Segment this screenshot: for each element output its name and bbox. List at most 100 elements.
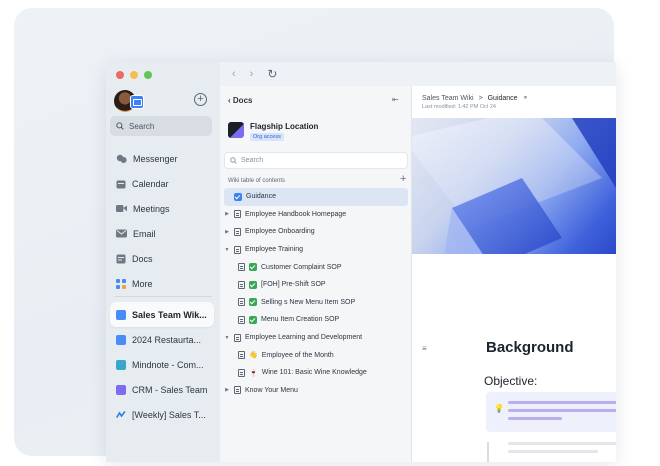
text-line-placeholder xyxy=(508,442,616,445)
chevron-right-icon[interactable]: ▶ xyxy=(224,229,230,235)
callout-block: 💡 xyxy=(486,392,616,432)
space-logo xyxy=(228,122,244,138)
pinned-doc-label: Mindnote - Com... xyxy=(132,359,204,370)
messenger-icon xyxy=(116,154,127,163)
mindnote-icon xyxy=(116,359,126,370)
collapse-sidebar-icon[interactable]: ⇤ xyxy=(392,95,399,104)
nav-docs[interactable]: Docs xyxy=(112,246,212,271)
page-icon xyxy=(234,227,241,236)
tree-item-menu-item-creation-sop[interactable]: Menu Item Creation SOP xyxy=(224,311,408,329)
wiki-icon xyxy=(116,309,126,320)
tree-item-label: [FOH] Pre-Shift SOP xyxy=(261,281,326,289)
nav-more[interactable]: More xyxy=(112,271,212,296)
tree-item-label: Employee Handbook Homepage xyxy=(245,210,347,218)
page-icon xyxy=(234,333,241,342)
tree-item-label: Wine 101: Basic Wine Knowledge xyxy=(261,369,367,377)
page-icon xyxy=(234,245,241,254)
search-icon xyxy=(116,122,124,130)
wine-glass-icon: 🍷 xyxy=(249,369,258,377)
rail-nav: Messenger Calendar Meetings Email Docs M… xyxy=(112,146,212,296)
page-icon xyxy=(234,210,241,219)
cover-image xyxy=(412,118,616,254)
tree-item-employee-onboarding[interactable]: ▶ Employee Onboarding xyxy=(224,223,408,241)
link-icon[interactable]: ⚭ xyxy=(523,95,529,102)
glass-prism-illustration xyxy=(412,118,616,254)
breadcrumb-separator: > xyxy=(478,95,483,102)
nav-email[interactable]: Email xyxy=(112,221,212,246)
pinned-doc-crm[interactable]: CRM - Sales Team xyxy=(110,377,214,402)
space-name[interactable]: Flagship Location xyxy=(250,122,318,131)
breadcrumb: Sales Team Wiki > Guidance ⚭ xyxy=(422,94,528,102)
window-controls xyxy=(116,71,152,79)
quote-bar xyxy=(487,442,489,462)
tree-item-customer-complaint-sop[interactable]: Customer Complaint SOP xyxy=(224,258,408,276)
grid-icon xyxy=(116,278,126,289)
maximize-window-button[interactable] xyxy=(144,71,152,79)
tree-item-foh-pre-shift-sop[interactable]: [FOH] Pre-Shift SOP xyxy=(224,276,408,294)
rail-divider xyxy=(114,296,212,297)
app-window: + Search Messenger Calendar Meetings Ema… xyxy=(106,62,616,462)
tree-item-label: Employee Onboarding xyxy=(245,228,315,236)
last-modified: Last modified: 1:42 PM Oct 24 xyxy=(422,104,496,110)
close-window-button[interactable] xyxy=(116,71,124,79)
tree-item-know-your-menu[interactable]: ▶ Know Your Menu xyxy=(224,382,408,400)
browser-toolbar: ‹ › ↻ xyxy=(220,62,616,86)
pinned-doc-sales-team-wiki[interactable]: Sales Team Wik... xyxy=(110,302,214,327)
access-badge: Org access xyxy=(250,133,284,141)
create-new-icon[interactable]: + xyxy=(194,93,207,106)
text-line-placeholder xyxy=(508,450,598,453)
base-icon xyxy=(116,384,126,395)
check-icon xyxy=(249,298,257,307)
chevron-right-icon[interactable]: ▶ xyxy=(224,387,230,393)
pinned-doc-mindnote[interactable]: Mindnote - Com... xyxy=(110,352,214,377)
minimize-window-button[interactable] xyxy=(130,71,138,79)
checkbox-icon xyxy=(234,192,242,201)
tree-item-employee-learning[interactable]: ▼ Employee Learning and Development xyxy=(224,329,408,347)
nav-meetings-label: Meetings xyxy=(133,203,170,214)
pinned-doc-2024-restaurant[interactable]: 2024 Restaurta... xyxy=(110,327,214,352)
forward-arrow-icon[interactable]: › xyxy=(250,68,254,80)
tree-item-label: Employee Training xyxy=(245,246,303,254)
nav-docs-label: Docs xyxy=(132,253,153,264)
tree-item-wine-101[interactable]: 🍷 Wine 101: Basic Wine Knowledge xyxy=(224,364,408,382)
docs-back-button[interactable]: ‹ Docs xyxy=(228,96,252,105)
pinned-doc-label: 2024 Restaurta... xyxy=(132,334,202,345)
nav-messenger[interactable]: Messenger xyxy=(112,146,212,171)
pinned-doc-label: [Weekly] Sales T... xyxy=(132,409,206,420)
pinned-doc-weekly-sales[interactable]: [Weekly] Sales T... xyxy=(110,402,214,427)
tree-item-employee-handbook[interactable]: ▶ Employee Handbook Homepage xyxy=(224,206,408,224)
calendar-icon xyxy=(116,180,126,188)
tree-item-label: Menu Item Creation SOP xyxy=(261,316,340,324)
wiki-search-input[interactable]: Search xyxy=(224,152,408,169)
tree-item-employee-training[interactable]: ▼ Employee Training xyxy=(224,241,408,259)
video-camera-icon xyxy=(116,205,127,212)
reload-icon[interactable]: ↻ xyxy=(267,67,277,81)
outline-menu-icon[interactable]: ≡ xyxy=(422,344,427,353)
nav-messenger-label: Messenger xyxy=(133,153,178,164)
breadcrumb-root[interactable]: Sales Team Wiki xyxy=(422,95,474,102)
wiki-tree: Guidance ▶ Employee Handbook Homepage ▶ … xyxy=(224,188,408,399)
docs-icon xyxy=(116,254,126,263)
tree-item-selling-new-menu-item-sop[interactable]: Selling s New Menu Item SOP xyxy=(224,294,408,312)
rail-search-button[interactable]: Search xyxy=(110,116,212,136)
nav-email-label: Email xyxy=(133,228,156,239)
back-arrow-icon[interactable]: ‹ xyxy=(232,68,236,80)
nav-calendar[interactable]: Calendar xyxy=(112,171,212,196)
page-icon xyxy=(238,368,245,377)
chevron-right-icon[interactable]: ▶ xyxy=(224,211,230,217)
chevron-down-icon[interactable]: ▼ xyxy=(224,247,230,253)
lightbulb-icon: 💡 xyxy=(494,404,504,413)
page-icon xyxy=(238,280,245,289)
heading-background: Background xyxy=(486,339,574,356)
calendar-badge-icon xyxy=(130,95,144,109)
add-page-icon[interactable]: + xyxy=(400,173,406,185)
breadcrumb-current[interactable]: Guidance xyxy=(488,95,518,102)
chevron-down-icon[interactable]: ▼ xyxy=(224,335,230,341)
nav-meetings[interactable]: Meetings xyxy=(112,196,212,221)
tree-item-guidance[interactable]: Guidance xyxy=(224,188,408,206)
page-icon xyxy=(238,315,245,324)
chevron-left-icon: ‹ xyxy=(228,96,231,105)
check-icon xyxy=(249,315,257,324)
document-content: Sales Team Wiki > Guidance ⚭ Last modifi… xyxy=(412,86,616,462)
tree-item-employee-of-the-month[interactable]: 👋 Employee of the Month xyxy=(224,346,408,364)
